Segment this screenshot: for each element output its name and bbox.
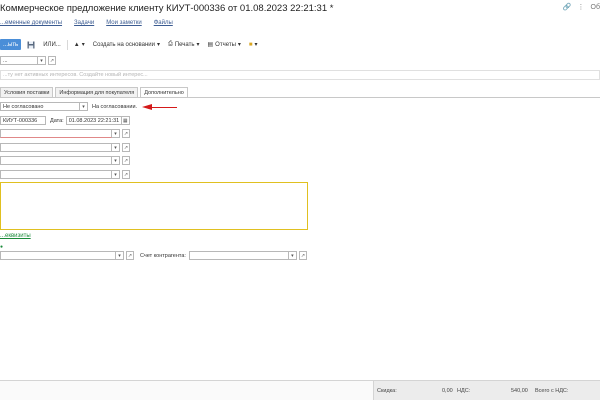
post-and-close-button[interactable]: ...ыть xyxy=(0,39,22,50)
top-field[interactable]: ... xyxy=(0,56,38,65)
top-field-dropdown[interactable]: ▾ xyxy=(38,56,46,65)
date-label: Дата: xyxy=(50,117,64,124)
field-row-2: ▾ ↗ xyxy=(0,143,130,152)
vat-label: НДС: xyxy=(457,388,471,394)
reports-icon: ▤ xyxy=(207,42,214,48)
bell-icon: ▲ xyxy=(73,41,80,48)
green-marker-icon: ● xyxy=(0,244,4,250)
window-controls: 🔗 ⋮ Об xyxy=(563,3,600,12)
tab-strip: Условия поставки Информация для покупате… xyxy=(0,87,188,97)
toolbar: ...ыть ИЛИ... ▲ ▾ Создать на основании ▾ ⎙… xyxy=(0,37,600,52)
notification-menu-button[interactable]: ▲ ▾ xyxy=(72,39,87,50)
counterparty-account-dropdown[interactable]: ▾ xyxy=(288,251,297,260)
save-button[interactable] xyxy=(25,39,37,50)
link-icon[interactable]: 🔗 xyxy=(563,3,572,11)
top-links: ...еменные документы Задачи Мои заметки … xyxy=(0,20,173,26)
reports-button[interactable]: ▤ Отчеты ▾ xyxy=(205,39,242,50)
empty-field-4-dropdown[interactable]: ▾ xyxy=(112,170,120,179)
folder-icon: ■ xyxy=(248,41,253,48)
top-field-row: ... ▾ ↗ xyxy=(0,56,56,65)
empty-field-1[interactable] xyxy=(0,129,112,138)
empty-field-3-dropdown[interactable]: ▾ xyxy=(112,156,120,165)
window-right-label[interactable]: Об xyxy=(591,4,600,11)
top-field-open[interactable]: ↗ xyxy=(48,56,56,65)
tab-delivery-terms[interactable]: Условия поставки xyxy=(0,87,54,97)
chevron-down-icon: ▾ xyxy=(156,42,160,48)
field-row-4: ▾ ↗ xyxy=(0,170,130,179)
empty-field-1-dropdown[interactable]: ▾ xyxy=(112,129,120,138)
annotation-arrow-line xyxy=(151,106,177,108)
more-icon[interactable]: ⋮ xyxy=(578,3,585,11)
ili-menu-button[interactable]: ИЛИ... xyxy=(41,39,63,50)
vat-value: 540,00 xyxy=(511,388,528,394)
open-link-icon: ↗ xyxy=(123,157,129,164)
open-link-icon: ↗ xyxy=(127,252,133,259)
save-icon xyxy=(27,41,35,48)
tab-buyer-info[interactable]: Информация для покупателя xyxy=(55,87,139,97)
empty-field-4-open[interactable]: ↗ xyxy=(122,170,130,179)
interest-input[interactable]: ...ту нет активных интересов. Создайте н… xyxy=(0,70,600,80)
open-link-icon: ↗ xyxy=(49,57,55,64)
empty-field-2[interactable] xyxy=(0,143,112,152)
counterparty-row: ▾ ↗ Счет контрагента: ▾ ↗ xyxy=(0,251,307,260)
open-link-icon: ↗ xyxy=(123,171,129,178)
top-link-notes[interactable]: Мои заметки xyxy=(106,20,142,26)
open-link-icon: ↗ xyxy=(300,252,306,259)
printer-icon: ⎙ xyxy=(168,41,173,47)
requisites-link[interactable]: ...еквизиты xyxy=(0,233,31,239)
top-link-related-docs[interactable]: ...еменные документы xyxy=(0,20,62,26)
approval-row: Не согласовано ▾ На согласовании. xyxy=(0,102,137,111)
discount-value: 0,00 xyxy=(442,388,453,394)
chevron-down-icon: ▾ xyxy=(254,42,258,48)
empty-field-2-dropdown[interactable]: ▾ xyxy=(112,143,120,152)
empty-field-4[interactable] xyxy=(0,170,112,179)
chevron-down-icon: ▾ xyxy=(196,42,200,48)
total-vat-label: Всего с НДС: xyxy=(535,388,569,394)
empty-field-1-open[interactable]: ↗ xyxy=(122,129,130,138)
open-link-icon: ↗ xyxy=(123,130,129,137)
calendar-icon: ▦ xyxy=(122,117,128,124)
empty-field-2-open[interactable]: ↗ xyxy=(122,143,130,152)
create-based-on-button[interactable]: Создать на основании ▾ xyxy=(91,39,162,50)
toolbar-separator xyxy=(66,39,68,50)
tab-divider xyxy=(0,97,600,98)
annotation-arrow-icon xyxy=(142,104,152,110)
tab-additional[interactable]: Дополнительно xyxy=(140,87,188,97)
approval-status-text: На согласовании. xyxy=(92,103,138,110)
counterparty-dropdown[interactable]: ▾ xyxy=(116,251,124,260)
counterparty-open[interactable]: ↗ xyxy=(126,251,134,260)
print-button[interactable]: ⎙ Печать ▾ xyxy=(166,39,201,50)
counterparty-account-field[interactable] xyxy=(188,251,289,260)
attachments-button[interactable]: ■ ▾ xyxy=(247,39,260,50)
number-date-row: КИУТ-000336 Дата: 01.08.2023 22:21:31 ▦ xyxy=(0,116,130,125)
top-link-tasks[interactable]: Задачи xyxy=(74,20,94,26)
empty-field-3[interactable] xyxy=(0,156,112,165)
counterparty-account-label: Счет контрагента: xyxy=(140,252,186,259)
field-row-3: ▾ ↗ xyxy=(0,156,130,165)
open-link-icon: ↗ xyxy=(123,144,129,151)
document-number-field[interactable]: КИУТ-000336 xyxy=(0,116,46,125)
field-row-1: ▾ ↗ xyxy=(0,129,130,138)
document-date-field[interactable]: 01.08.2023 22:21:31 xyxy=(65,116,122,125)
page-title: Коммерческое предложение клиенту КИУТ-00… xyxy=(0,3,334,14)
comment-textarea[interactable] xyxy=(0,182,308,230)
counterparty-field[interactable] xyxy=(0,251,116,260)
top-link-files[interactable]: Файлы xyxy=(154,20,173,26)
chevron-down-icon: ▾ xyxy=(81,42,85,48)
counterparty-account-open[interactable]: ↗ xyxy=(298,251,307,260)
calendar-button[interactable]: ▦ xyxy=(121,116,130,125)
empty-field-3-open[interactable]: ↗ xyxy=(122,156,130,165)
chevron-down-icon: ▾ xyxy=(237,42,241,48)
approval-status-select[interactable]: Не согласовано xyxy=(0,102,80,111)
discount-label: Скидка: xyxy=(377,388,397,394)
approval-status-dropdown[interactable]: ▾ xyxy=(80,102,88,111)
